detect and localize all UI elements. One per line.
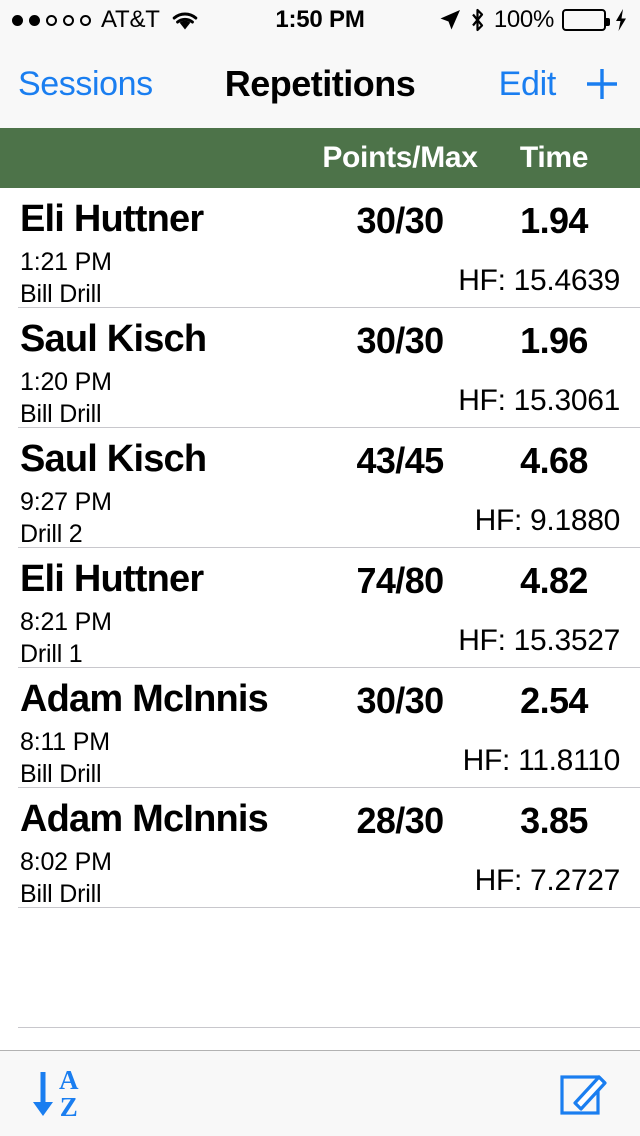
- row-hit-factor: HF: 15.3527: [458, 624, 620, 657]
- plus-icon[interactable]: [582, 64, 622, 104]
- row-drill-name: Drill 1: [20, 640, 83, 668]
- row-timestamp: 9:27 PM: [20, 488, 112, 516]
- location-arrow-icon: [440, 10, 460, 30]
- row-shooter-name: Eli Huttner: [20, 558, 204, 600]
- row-shooter-name: Saul Kisch: [20, 318, 207, 360]
- battery-percent-label: 100%: [493, 6, 554, 33]
- row-drill-name: Bill Drill: [20, 760, 102, 788]
- row-points-max: 30/30: [356, 680, 444, 721]
- table-row-content: Adam McInnis 30/30 2.54 8:11 PM Bill Drill HF…: [0, 668, 640, 788]
- status-bar-right: 100%: [439, 6, 628, 34]
- repetitions-list[interactable]: Eli Huttner 30/30 1.94 1:21 PM Bill Drill HF:…: [0, 188, 640, 1050]
- column-header-time: Time: [519, 141, 589, 174]
- row-drill-name: Bill Drill: [20, 280, 102, 308]
- row-timestamp: 8:02 PM: [20, 848, 112, 876]
- table-row[interactable]: Saul Kisch 43/45 4.68 9:27 PM Drill 2 HF: 9.1…: [18, 428, 640, 548]
- table-row[interactable]: Eli Huttner 30/30 1.94 1:21 PM Bill Drill HF:…: [18, 188, 640, 308]
- wifi-icon: [172, 12, 198, 29]
- row-shooter-name: Adam McInnis: [20, 678, 269, 720]
- row-hit-factor: HF: 15.3061: [458, 384, 620, 417]
- table-row[interactable]: Adam McInnis 28/30 3.85 8:02 PM Bill Drill HF…: [18, 788, 640, 908]
- row-shooter-name: Adam McInnis: [20, 798, 269, 840]
- table-row-content: Saul Kisch 43/45 4.68 9:27 PM Drill 2 HF: 9.1…: [0, 428, 640, 548]
- status-bar-left: AT&T: [12, 6, 199, 34]
- sort-letters: A Z: [59, 1065, 79, 1122]
- table-row[interactable]: Eli Huttner 74/80 4.82 8:21 PM Drill 1 HF: 15…: [18, 548, 640, 668]
- row-timestamp: 8:11 PM: [20, 728, 110, 756]
- row-points-max: 43/45: [356, 440, 444, 481]
- app-screen: AT&T 1:50 PM 100% Sessions Repetitions E…: [0, 0, 640, 1136]
- bluetooth-icon: [471, 8, 483, 32]
- row-time: 1.94: [520, 200, 588, 241]
- table-row[interactable]: Adam McInnis 30/30 2.54 8:11 PM Bill Drill HF…: [18, 668, 640, 788]
- row-hit-factor: HF: 7.2727: [474, 864, 621, 897]
- row-points-max: 74/80: [356, 560, 444, 601]
- status-bar: AT&T 1:50 PM 100%: [0, 0, 640, 40]
- table-row-content: Saul Kisch 30/30 1.96 1:20 PM Bill Drill HF: …: [0, 308, 640, 428]
- sort-letter-z: Z: [59, 1091, 78, 1122]
- row-hit-factor: HF: 9.1880: [474, 504, 621, 537]
- down-arrow-icon: [33, 1071, 53, 1116]
- row-timestamp: 8:21 PM: [20, 608, 112, 636]
- bottom-toolbar: A Z: [0, 1050, 640, 1136]
- navigation-bar-right: Edit: [499, 64, 622, 104]
- table-row-content: Eli Huttner 30/30 1.94 1:21 PM Bill Drill HF:…: [0, 188, 640, 308]
- back-button-sessions[interactable]: Sessions: [18, 65, 153, 104]
- row-shooter-name: Eli Huttner: [20, 198, 204, 240]
- row-hit-factor: HF: 11.8110: [462, 744, 621, 777]
- row-time: 4.68: [520, 440, 588, 481]
- row-points-max: 28/30: [356, 800, 444, 841]
- sort-letter-a: A: [59, 1065, 79, 1096]
- column-header-points: Points/Max: [322, 141, 478, 174]
- row-drill-name: Bill Drill: [20, 880, 102, 908]
- column-header-bar: Points/Max Time: [0, 128, 640, 188]
- row-drill-name: Bill Drill: [20, 400, 102, 428]
- edit-button[interactable]: Edit: [499, 65, 557, 104]
- row-time: 3.85: [520, 800, 588, 841]
- row-time: 4.82: [520, 560, 588, 601]
- row-timestamp: 1:21 PM: [20, 248, 112, 276]
- carrier-label: AT&T: [101, 6, 160, 33]
- row-points-max: 30/30: [356, 320, 444, 361]
- row-time: 1.96: [520, 320, 588, 361]
- row-hit-factor: HF: 15.4639: [458, 264, 620, 297]
- row-timestamp: 1:20 PM: [20, 368, 112, 396]
- compose-icon[interactable]: [558, 1068, 610, 1120]
- lightning-bolt-icon: [616, 9, 626, 31]
- row-points-max: 30/30: [356, 200, 444, 241]
- table-row[interactable]: Saul Kisch 30/30 1.96 1:20 PM Bill Drill HF: …: [18, 308, 640, 428]
- row-time: 2.54: [520, 680, 588, 721]
- sort-a-to-z-icon[interactable]: A Z: [30, 1065, 79, 1122]
- battery-icon: [562, 9, 610, 31]
- row-drill-name: Drill 2: [20, 520, 83, 548]
- table-row-empty: [18, 908, 640, 1028]
- table-row-content: Eli Huttner 74/80 4.82 8:21 PM Drill 1 HF: 15…: [0, 548, 640, 668]
- table-row-content: Adam McInnis 28/30 3.85 8:02 PM Bill Drill HF…: [0, 788, 640, 908]
- signal-strength-icon: [12, 14, 91, 26]
- row-shooter-name: Saul Kisch: [20, 438, 207, 480]
- navigation-bar: Sessions Repetitions Edit: [0, 40, 640, 128]
